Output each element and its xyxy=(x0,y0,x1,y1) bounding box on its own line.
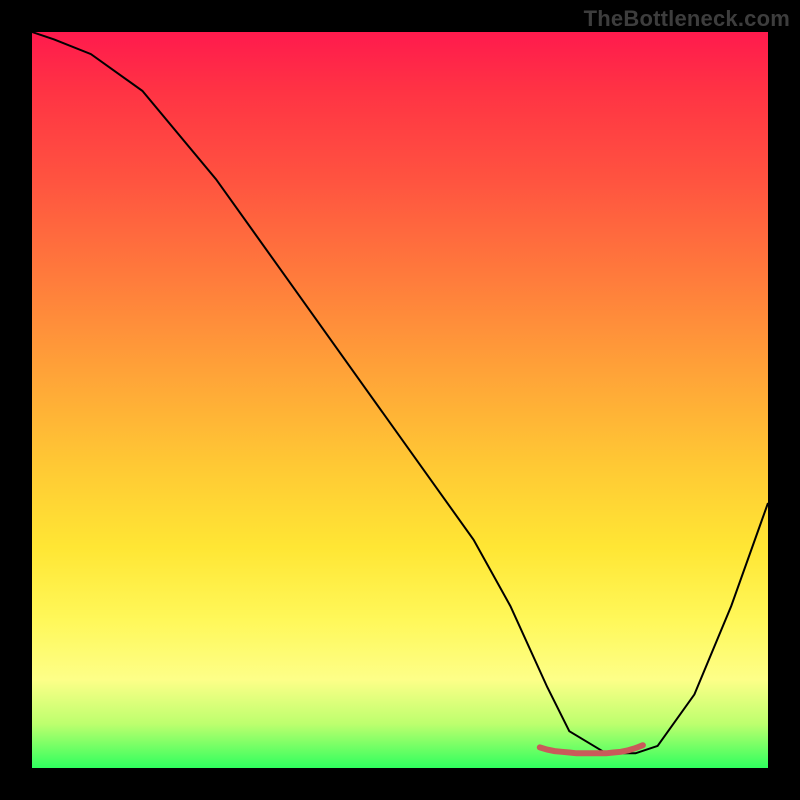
bottleneck-curve xyxy=(32,32,768,753)
chart-svg xyxy=(32,32,768,768)
optimal-range-marker xyxy=(540,745,643,753)
chart-frame: TheBottleneck.com xyxy=(0,0,800,800)
plot-area xyxy=(32,32,768,768)
watermark-text: TheBottleneck.com xyxy=(584,6,790,32)
